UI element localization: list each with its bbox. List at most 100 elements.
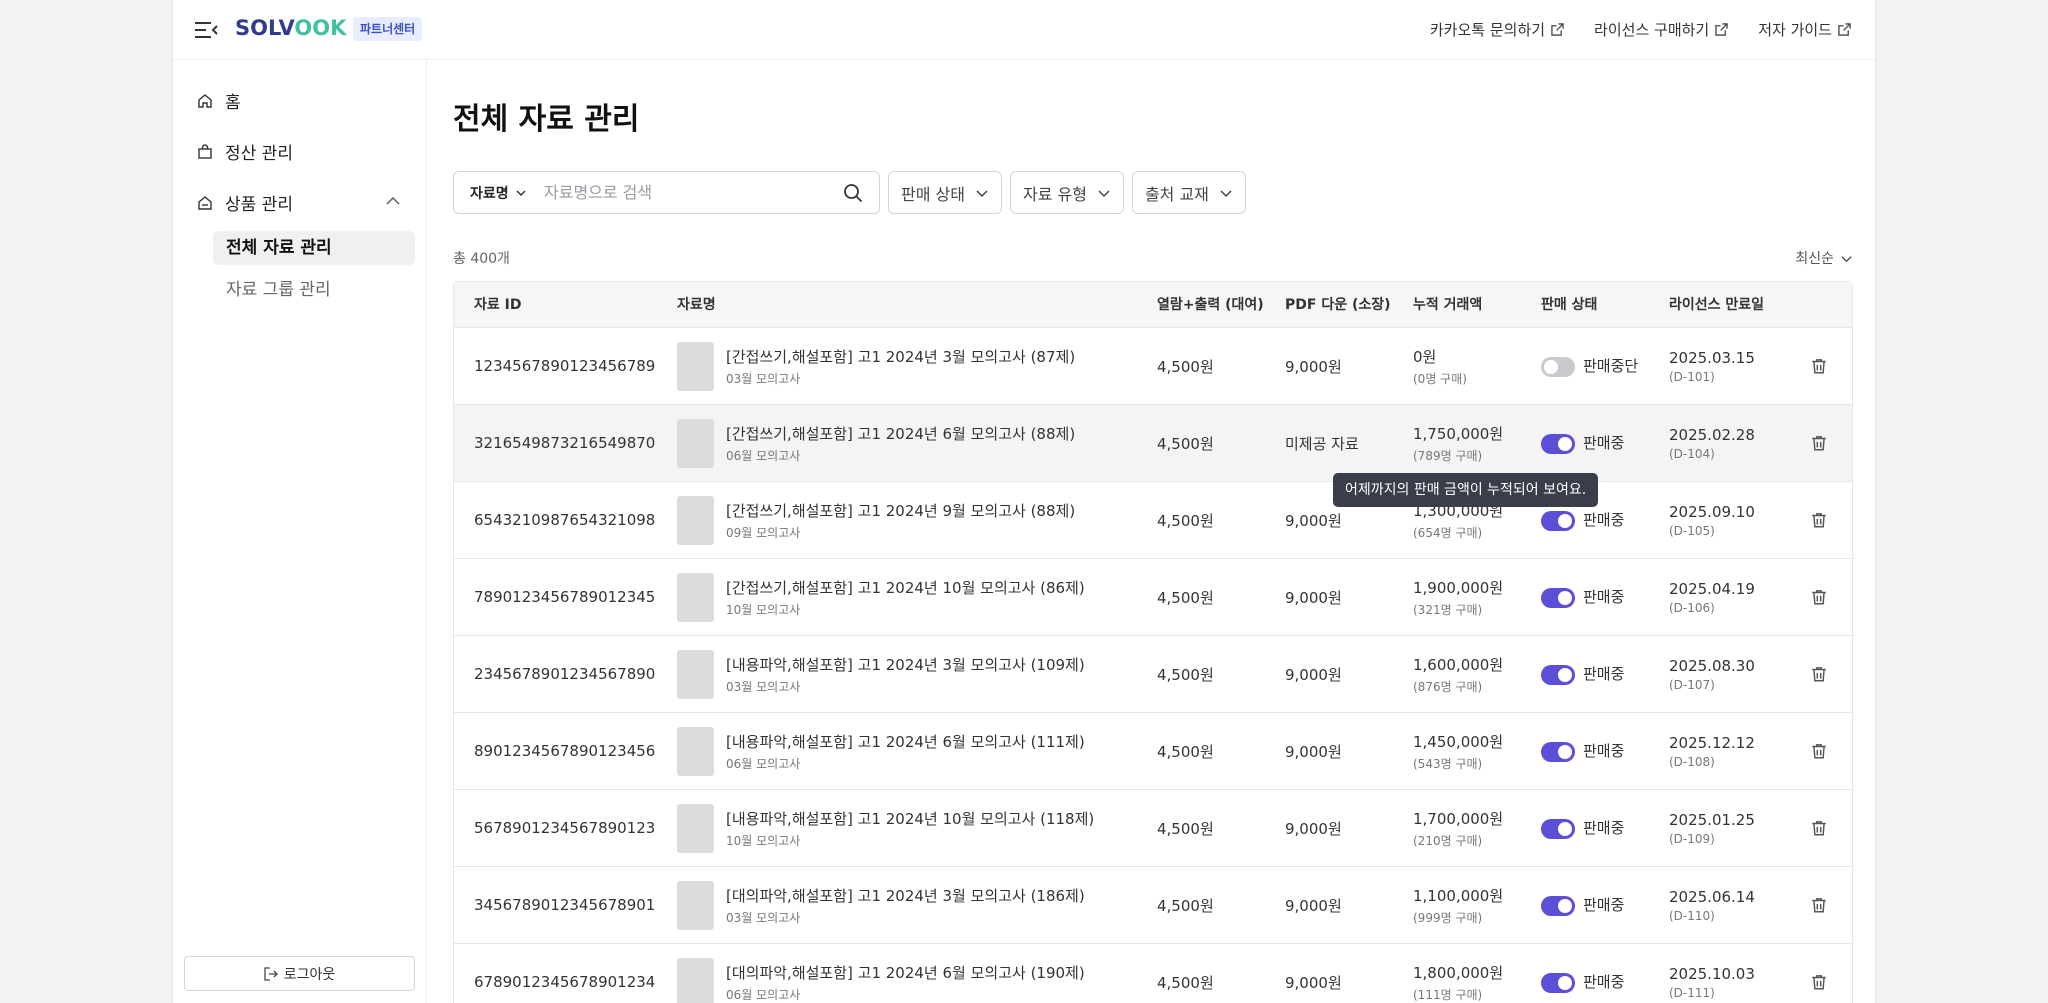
material-name-cell[interactable]: [간접쓰기,해설포함] 고1 2024년 6월 모의고사 (88제) 06월 모의… — [726, 405, 1075, 481]
toggle-knob — [1558, 591, 1572, 605]
trash-icon[interactable] — [1810, 896, 1828, 914]
total-sales-amount: 1,800,000원 — [1413, 963, 1504, 982]
material-name-cell[interactable]: [내용파악,해설포함] 고1 2024년 6월 모의고사 (111제) 06월 모… — [726, 713, 1085, 789]
source-textbook-dropdown[interactable]: 출처 교재 — [1131, 171, 1246, 214]
sale-status-toggle[interactable] — [1541, 511, 1575, 531]
table-row[interactable]: 3456789012345678901 [대의파악,해설포함] 고1 2024년 … — [454, 867, 1852, 944]
pdf-price: 미제공 자료 — [1285, 405, 1359, 481]
material-id: 8901234567890123456 — [474, 713, 655, 789]
sale-status-toggle[interactable] — [1541, 665, 1575, 685]
sale-status-toggle[interactable] — [1541, 434, 1575, 454]
material-subtitle: 10월 모의고사 — [726, 602, 801, 617]
table-row[interactable]: 6789012345678901234 [대의파악,해설포함] 고1 2024년 … — [454, 944, 1852, 1003]
search-icon[interactable] — [843, 183, 863, 203]
total-sales-amount: 1,450,000원 — [1413, 732, 1504, 751]
buyer-count: (210명 구매) — [1413, 833, 1483, 848]
view-print-price: 4,500원 — [1157, 636, 1214, 712]
trash-icon[interactable] — [1810, 973, 1828, 991]
logo-part1: SOLV — [235, 16, 295, 40]
license-expiry: 2025.01.25 (D-109) — [1669, 790, 1755, 866]
sale-status-toggle[interactable] — [1541, 357, 1575, 377]
sidebar-subitem-all-materials[interactable]: 전체 자료 관리 — [213, 231, 415, 265]
sale-status-toggle[interactable] — [1541, 896, 1575, 916]
external-link-icon — [1838, 23, 1851, 36]
sale-status-label: 판매중 — [1583, 819, 1625, 837]
trash-icon[interactable] — [1810, 588, 1828, 606]
menu-collapse-icon[interactable] — [193, 18, 219, 42]
trash-icon[interactable] — [1810, 511, 1828, 529]
material-id: 6789012345678901234 — [474, 944, 655, 1003]
column-header-license-expiry: 라이선스 만료일 — [1669, 297, 1765, 313]
material-name: [간접쓰기,해설포함] 고1 2024년 6월 모의고사 (88제) — [726, 424, 1076, 443]
material-name-cell[interactable]: [간접쓰기,해설포함] 고1 2024년 9월 모의고사 (88제) 09월 모의… — [726, 482, 1075, 558]
material-subtitle: 09월 모의고사 — [726, 525, 801, 540]
expiry-dday: (D-106) — [1669, 600, 1715, 615]
buyer-count: (111명 구매) — [1413, 987, 1483, 1002]
dropdown-label: 출처 교재 — [1144, 184, 1209, 204]
author-guide-link[interactable]: 저자 가이드 — [1758, 19, 1851, 40]
solvook-logo[interactable]: SOLVOOK — [235, 16, 346, 40]
license-expiry: 2025.12.12 (D-108) — [1669, 713, 1755, 789]
sale-status-dropdown[interactable]: 판매 상태 — [888, 171, 1002, 214]
expiry-date: 2025.01.25 — [1669, 810, 1755, 829]
pdf-price-text: 9,000원 — [1285, 973, 1342, 992]
material-name-cell[interactable]: [내용파악,해설포함] 고1 2024년 10월 모의고사 (118제) 10월 … — [726, 790, 1094, 866]
store-icon — [198, 195, 212, 210]
material-name-cell[interactable]: [대의파악,해설포함] 고1 2024년 6월 모의고사 (190제) 06월 모… — [726, 944, 1085, 1003]
view-print-price: 4,500원 — [1157, 559, 1214, 635]
view-price-text: 4,500원 — [1157, 973, 1214, 992]
pdf-price-text: 9,000원 — [1285, 665, 1342, 684]
material-name: [간접쓰기,해설포함] 고1 2024년 10월 모의고사 (86제) — [726, 578, 1085, 597]
material-name: [대의파악,해설포함] 고1 2024년 3월 모의고사 (186제) — [726, 886, 1085, 905]
license-purchase-link[interactable]: 라이선스 구매하기 — [1594, 19, 1728, 40]
chevron-down-icon — [516, 189, 526, 196]
sale-status-toggle[interactable] — [1541, 819, 1575, 839]
sale-status-toggle[interactable] — [1541, 588, 1575, 608]
materials-table: 자료 ID 자료명 열람+출력 (대여) PDF 다운 (소장) 누적 거래액 … — [453, 281, 1853, 1003]
toggle-knob — [1558, 514, 1572, 528]
material-name-cell[interactable]: [간접쓰기,해설포함] 고1 2024년 3월 모의고사 (87제) 03월 모의… — [726, 328, 1075, 404]
total-sales: 1,750,000원 (789명 구매) — [1413, 405, 1503, 481]
search-type-select[interactable]: 자료명 — [454, 183, 544, 203]
search-input[interactable] — [544, 183, 834, 202]
table-row[interactable]: 5678901234567890123 [내용파악,해설포함] 고1 2024년 … — [454, 790, 1852, 867]
chevron-up-icon[interactable] — [385, 193, 401, 209]
sidebar-item-settlement[interactable]: 정산 관리 — [197, 139, 293, 164]
sort-dropdown[interactable]: 최신순 — [1795, 248, 1853, 268]
total-sales: 1,100,000원 (999명 구매) — [1413, 867, 1503, 943]
trash-icon[interactable] — [1810, 665, 1828, 683]
sale-status-label: 판매중 — [1583, 588, 1625, 606]
table-row[interactable]: 2345678901234567890 [내용파악,해설포함] 고1 2024년 … — [454, 636, 1852, 713]
material-name-cell[interactable]: [내용파악,해설포함] 고1 2024년 3월 모의고사 (109제) 03월 모… — [726, 636, 1085, 712]
sidebar-item-home[interactable]: 홈 — [197, 88, 241, 113]
view-print-price: 4,500원 — [1157, 328, 1214, 404]
top-header: SOLVOOK 파트너센터 카카오톡 문의하기 라이선스 구매하기 저자 가이드 — [173, 0, 1875, 60]
trash-icon[interactable] — [1810, 434, 1828, 452]
trash-icon[interactable] — [1810, 357, 1828, 375]
trash-icon[interactable] — [1810, 819, 1828, 837]
external-link-icon — [1715, 23, 1728, 36]
pdf-price: 9,000원 — [1285, 867, 1342, 943]
table-row[interactable]: 7890123456789012345 [간접쓰기,해설포함] 고1 2024년 … — [454, 559, 1852, 636]
logout-button[interactable]: 로그아웃 — [184, 956, 415, 991]
sidebar-item-products[interactable]: 상품 관리 — [197, 190, 293, 215]
sidebar-subitem-material-groups[interactable]: 자료 그룹 관리 — [213, 273, 415, 307]
material-name-cell[interactable]: [간접쓰기,해설포함] 고1 2024년 10월 모의고사 (86제) 10월 모… — [726, 559, 1085, 635]
sale-status-toggle[interactable] — [1541, 973, 1575, 993]
kakao-inquiry-link[interactable]: 카카오톡 문의하기 — [1430, 19, 1564, 40]
buyer-count: (999명 구매) — [1413, 910, 1483, 925]
material-type-dropdown[interactable]: 자료 유형 — [1009, 171, 1124, 214]
trash-icon[interactable] — [1810, 742, 1828, 760]
view-price-text: 4,500원 — [1157, 511, 1214, 530]
material-subtitle: 10월 모의고사 — [726, 833, 801, 848]
material-name-cell[interactable]: [대의파악,해설포함] 고1 2024년 3월 모의고사 (186제) 03월 모… — [726, 867, 1085, 943]
sale-status-toggle[interactable] — [1541, 742, 1575, 762]
toggle-knob — [1544, 360, 1558, 374]
table-row[interactable]: 6543210987654321098 [간접쓰기,해설포함] 고1 2024년 … — [454, 482, 1852, 559]
table-row[interactable]: 8901234567890123456 [내용파악,해설포함] 고1 2024년 … — [454, 713, 1852, 790]
logout-label: 로그아웃 — [283, 966, 336, 983]
table-row[interactable]: 3216549873216549870 [간접쓰기,해설포함] 고1 2024년 … — [454, 405, 1852, 482]
sidebar: 홈 정산 관리 상품 관리 전체 자료 관리 자료 그룹 관리 로그아웃 — [173, 60, 427, 1003]
column-header-name: 자료명 — [677, 297, 716, 313]
table-row[interactable]: 1234567890123456789 [간접쓰기,해설포함] 고1 2024년 … — [454, 328, 1852, 405]
